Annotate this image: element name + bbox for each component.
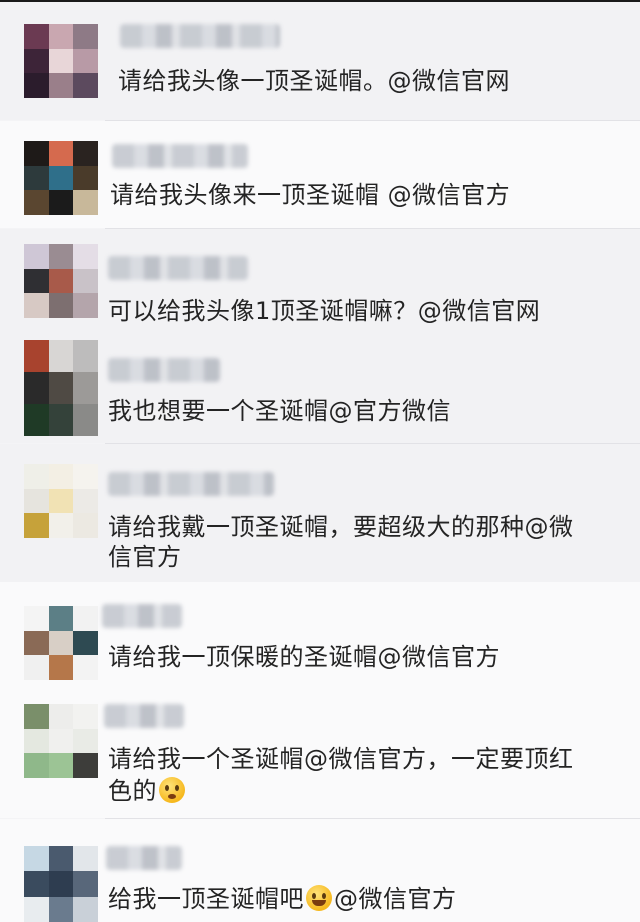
user-avatar[interactable] <box>24 606 98 680</box>
comment-text: 请给我一顶保暖的圣诞帽@微信官方 <box>108 643 500 671</box>
comment-text: 给我一顶圣诞帽吧 @微信官方 <box>108 880 457 918</box>
username-blurred[interactable] <box>106 846 182 870</box>
user-avatar[interactable] <box>24 464 98 538</box>
comment-text: 可以给我头像1顶圣诞帽嘛？@微信官网 <box>108 297 541 325</box>
username-blurred[interactable] <box>108 358 220 382</box>
comment-text-segment: @微信官方 <box>334 885 457 913</box>
user-avatar[interactable] <box>24 24 98 98</box>
username-blurred[interactable] <box>102 604 182 628</box>
user-avatar[interactable] <box>24 704 98 778</box>
user-avatar[interactable] <box>24 846 98 922</box>
comment-text-line2: 色的 <box>108 772 187 810</box>
username-blurred[interactable] <box>112 144 248 168</box>
comment-text: 我也想要一个圣诞帽@官方微信 <box>108 397 451 425</box>
flushed-face-emoji <box>159 777 185 803</box>
user-avatar[interactable] <box>24 141 98 215</box>
comment-text: 请给我头像一顶圣诞帽。@微信官网 <box>118 67 510 95</box>
username-blurred[interactable] <box>104 704 184 728</box>
grinning-face-emoji <box>306 885 332 911</box>
user-avatar[interactable] <box>24 244 98 318</box>
comment-text-segment: 色的 <box>108 777 157 805</box>
comment-text: 请给我头像来一顶圣诞帽 @微信官方 <box>110 181 511 209</box>
comment-text-segment: 给我一顶圣诞帽吧 <box>108 885 304 913</box>
comment-text-line2: 信官方 <box>108 543 182 571</box>
username-blurred[interactable] <box>120 24 280 48</box>
user-avatar[interactable] <box>24 340 98 436</box>
username-blurred[interactable] <box>108 256 248 280</box>
username-blurred[interactable] <box>108 472 274 496</box>
